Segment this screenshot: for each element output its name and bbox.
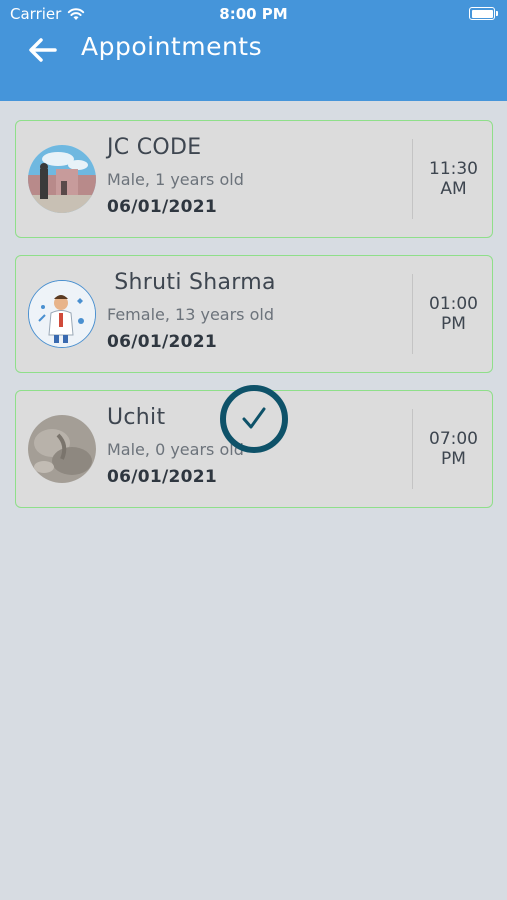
status-time: 8:00 PM [219, 5, 288, 23]
appointments-screen: Carrier 8:00 PM Appointments JC CODE Mal… [0, 0, 507, 900]
patient-details: Male, 0 years old [107, 440, 244, 459]
back-arrow-icon[interactable] [28, 36, 58, 64]
battery-icon [469, 7, 498, 20]
appointment-card[interactable]: Shruti Sharma Female, 13 years old 06/01… [15, 255, 493, 373]
patient-avatar [28, 280, 96, 348]
appointment-time: 01:00 PM [429, 294, 478, 334]
patient-name: Uchit [107, 405, 166, 430]
appointment-date: 06/01/2021 [107, 332, 218, 352]
patient-avatar [28, 415, 96, 483]
app-header: Carrier 8:00 PM Appointments [0, 0, 507, 101]
appointment-date: 06/01/2021 [107, 467, 218, 487]
patient-details: Male, 1 years old [107, 170, 244, 189]
patient-details: Female, 13 years old [107, 305, 274, 324]
appointment-time: 07:00 PM [429, 429, 478, 469]
patient-avatar [28, 145, 96, 213]
appointment-time: 11:30 AM [429, 159, 478, 199]
appointment-card[interactable]: JC CODE Male, 1 years old 06/01/2021 11:… [15, 120, 493, 238]
checkmark-icon [220, 385, 288, 453]
patient-name: JC CODE [107, 135, 202, 160]
appointment-date: 06/01/2021 [107, 197, 218, 217]
status-bar: Carrier 8:00 PM [0, 0, 507, 28]
patient-name: Shruti Sharma [107, 270, 276, 295]
page-title: Appointments [81, 32, 263, 61]
